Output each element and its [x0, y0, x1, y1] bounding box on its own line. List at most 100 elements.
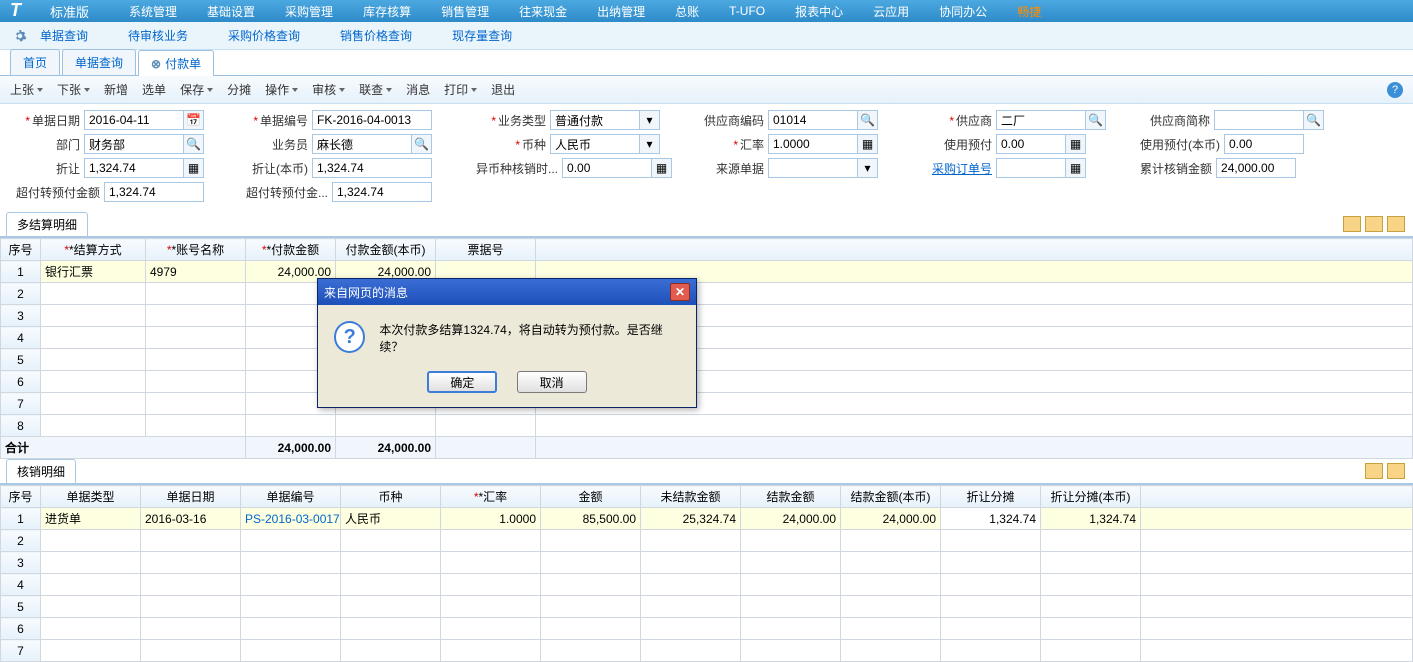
nav-inventory[interactable]: 库存核算: [363, 3, 411, 20]
table-row[interactable]: 6: [1, 618, 1413, 640]
calc-icon[interactable]: ▦: [184, 158, 204, 178]
subnav-purchase-price[interactable]: 采购价格查询: [228, 27, 300, 44]
tb-prev[interactable]: 上张: [10, 81, 43, 98]
chevron-down-icon[interactable]: ▾: [640, 134, 660, 154]
g2-amount[interactable]: 85,500.00: [541, 508, 641, 530]
inp-vendorcode[interactable]: [768, 110, 858, 130]
tb-allocate[interactable]: 分摊: [227, 81, 251, 98]
inp-overpay-local[interactable]: [332, 182, 432, 202]
table-row[interactable]: 7: [1, 393, 1413, 415]
subnav-stock[interactable]: 现存量查询: [452, 27, 512, 44]
g2-discount-local[interactable]: 1,324.74: [1041, 508, 1141, 530]
lbl-po-link[interactable]: 采购订单号: [922, 160, 992, 177]
g2-paid[interactable]: 24,000.00: [741, 508, 841, 530]
tool-copy-icon[interactable]: [1343, 216, 1361, 232]
search-icon[interactable]: 🔍: [1304, 110, 1324, 130]
calc-icon[interactable]: ▦: [858, 134, 878, 154]
nav-purchase[interactable]: 采购管理: [285, 3, 333, 20]
table-row[interactable]: 5: [1, 596, 1413, 618]
calendar-icon[interactable]: 📅: [184, 110, 204, 130]
calc-icon[interactable]: ▦: [1066, 134, 1086, 154]
search-icon[interactable]: 🔍: [412, 134, 432, 154]
tb-select[interactable]: 选单: [142, 81, 166, 98]
search-icon[interactable]: 🔍: [184, 134, 204, 154]
search-icon[interactable]: 🔍: [1086, 110, 1106, 130]
table-row[interactable]: 3: [1, 305, 1413, 327]
table-row[interactable]: 1 银行汇票 4979 24,000.00 24,000.00: [1, 261, 1413, 283]
table-row[interactable]: 5: [1, 349, 1413, 371]
cancel-button[interactable]: 取消: [517, 371, 587, 393]
inp-vendor[interactable]: [996, 110, 1086, 130]
table-row[interactable]: 2: [1, 283, 1413, 305]
g2-rate[interactable]: 1.0000: [441, 508, 541, 530]
inp-fx[interactable]: [562, 158, 652, 178]
g2-currency[interactable]: 人民币: [341, 508, 441, 530]
subnav-pending[interactable]: 待审核业务: [128, 27, 188, 44]
tb-action[interactable]: 操作: [265, 81, 298, 98]
close-icon[interactable]: ⊗: [151, 57, 161, 71]
inp-rate[interactable]: [768, 134, 858, 154]
g2-unpaid[interactable]: 25,324.74: [641, 508, 741, 530]
help-icon[interactable]: ?: [1387, 82, 1403, 98]
tb-audit[interactable]: 审核: [312, 81, 345, 98]
inp-po[interactable]: [996, 158, 1066, 178]
chevron-down-icon[interactable]: ▾: [858, 158, 878, 178]
tool-clear-icon[interactable]: [1387, 216, 1405, 232]
g1-method[interactable]: 银行汇票: [41, 261, 146, 283]
close-icon[interactable]: ✕: [670, 283, 690, 301]
tb-print[interactable]: 打印: [444, 81, 477, 98]
ok-button[interactable]: 确定: [427, 371, 497, 393]
inp-vendorshort[interactable]: [1214, 110, 1304, 130]
tb-message[interactable]: 消息: [406, 81, 430, 98]
inp-staff[interactable]: [312, 134, 412, 154]
chevron-down-icon[interactable]: ▾: [640, 110, 660, 130]
inp-overpay[interactable]: [104, 182, 204, 202]
nav-cash[interactable]: 往来现金: [519, 3, 567, 20]
nav-tufo[interactable]: T-UFO: [729, 4, 765, 18]
inp-date[interactable]: [84, 110, 184, 130]
inp-discount[interactable]: [84, 158, 184, 178]
tool-paste-icon[interactable]: [1387, 463, 1405, 479]
table-row[interactable]: 4: [1, 574, 1413, 596]
subnav-doc-query[interactable]: 单据查询: [40, 27, 88, 44]
table-row[interactable]: 4: [1, 327, 1413, 349]
tb-linked[interactable]: 联查: [359, 81, 392, 98]
table-row[interactable]: 6: [1, 371, 1413, 393]
subnav-sales-price[interactable]: 销售价格查询: [340, 27, 412, 44]
nav-cloud[interactable]: 云应用: [873, 3, 909, 20]
grid2-tab[interactable]: 核销明细: [6, 459, 76, 483]
tb-save[interactable]: 保存: [180, 81, 213, 98]
g1-account[interactable]: 4979: [146, 261, 246, 283]
nav-system[interactable]: 系统管理: [129, 3, 177, 20]
tb-next[interactable]: 下张: [57, 81, 90, 98]
nav-basic[interactable]: 基础设置: [207, 3, 255, 20]
tab-home[interactable]: 首页: [10, 49, 60, 75]
nav-ledger[interactable]: 总账: [675, 3, 699, 20]
nav-collab[interactable]: 协同办公: [939, 3, 987, 20]
nav-sales[interactable]: 销售管理: [441, 3, 489, 20]
g2-date[interactable]: 2016-03-16: [141, 508, 241, 530]
search-icon[interactable]: 🔍: [858, 110, 878, 130]
tool-paste-icon[interactable]: [1365, 216, 1383, 232]
g2-type[interactable]: 进货单: [41, 508, 141, 530]
g2-code[interactable]: PS-2016-03-0017: [241, 508, 341, 530]
g2-discount[interactable]: 1,324.74: [941, 508, 1041, 530]
inp-prepay-local[interactable]: [1224, 134, 1304, 154]
inp-discount-local[interactable]: [312, 158, 432, 178]
tab-payment[interactable]: ⊗付款单: [138, 50, 214, 76]
table-row[interactable]: 1 进货单 2016-03-16 PS-2016-03-0017 人民币 1.0…: [1, 508, 1413, 530]
inp-code[interactable]: [312, 110, 432, 130]
inp-writeoff[interactable]: [1216, 158, 1296, 178]
nav-cashier[interactable]: 出纳管理: [597, 3, 645, 20]
inp-currency[interactable]: [550, 134, 640, 154]
tb-exit[interactable]: 退出: [491, 81, 515, 98]
inp-source[interactable]: [768, 158, 858, 178]
tab-doc-query[interactable]: 单据查询: [62, 49, 136, 75]
inp-prepay[interactable]: [996, 134, 1066, 154]
nav-report[interactable]: 报表中心: [795, 3, 843, 20]
inp-dept[interactable]: [84, 134, 184, 154]
tb-new[interactable]: 新增: [104, 81, 128, 98]
calc-icon[interactable]: ▦: [652, 158, 672, 178]
calc-icon[interactable]: ▦: [1066, 158, 1086, 178]
grid1-tab[interactable]: 多结算明细: [6, 212, 88, 236]
